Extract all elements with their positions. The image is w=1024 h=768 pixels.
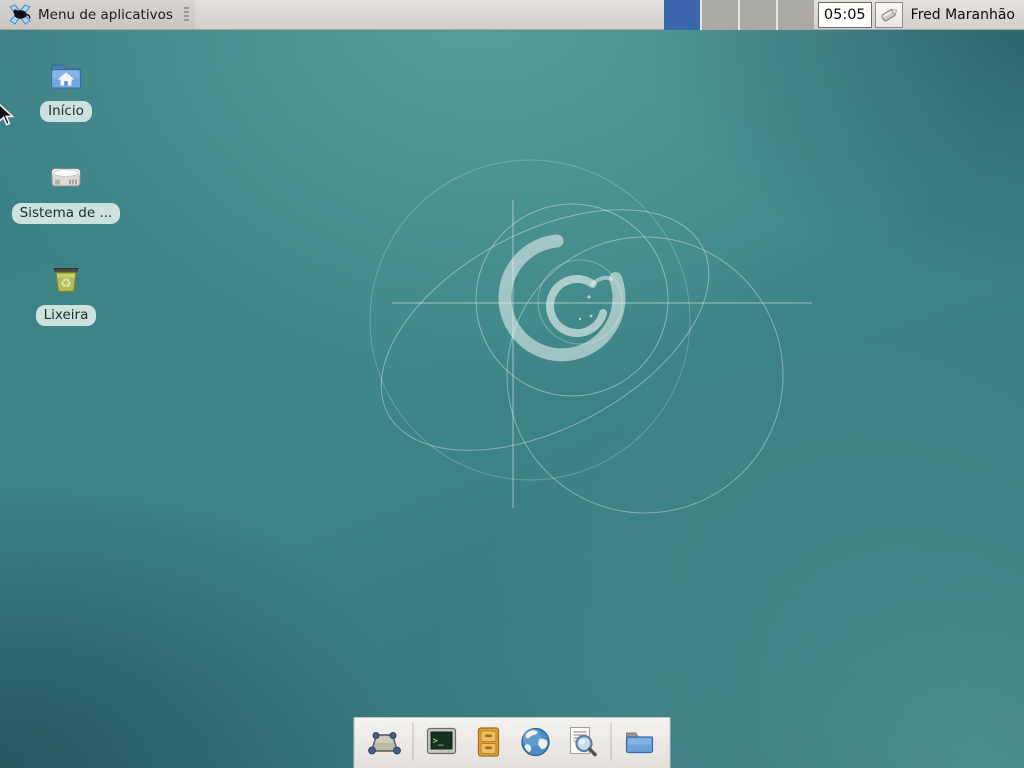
pen-icon xyxy=(879,6,899,24)
show-desktop-icon xyxy=(367,724,403,760)
desktop-icon-home[interactable]: Início xyxy=(14,56,118,122)
panel-right-plugins: 05:05 Fred Maranhão xyxy=(664,0,1024,29)
workspace-2[interactable] xyxy=(702,0,738,30)
workspace-4[interactable] xyxy=(778,0,814,30)
user-menu[interactable]: Fred Maranhão xyxy=(911,7,1015,23)
desktop: Menu de aplicativos 05:05 Fred Maranhão xyxy=(0,0,1024,768)
desktop-icon-label: Sistema de ... xyxy=(12,203,121,224)
magnifier-document-icon xyxy=(565,724,601,760)
desktop-icon-trash[interactable]: ♻ Lixeira xyxy=(14,260,118,326)
dock-separator xyxy=(413,723,414,761)
desktop-icon-label: Início xyxy=(40,101,92,122)
workspace-3[interactable] xyxy=(740,0,776,30)
dock: >_ xyxy=(354,717,671,768)
web-browser-launcher[interactable] xyxy=(515,721,557,763)
terminal-launcher[interactable]: >_ xyxy=(421,721,463,763)
workspace-1[interactable] xyxy=(664,0,700,30)
desktop-icon-label: Lixeira xyxy=(36,305,97,326)
debian-swirl-wallpaper xyxy=(0,0,1024,768)
globe-icon xyxy=(518,724,554,760)
filesystem-drive-icon xyxy=(46,158,86,198)
home-folder-icon xyxy=(46,56,86,96)
workspace-switcher[interactable] xyxy=(664,0,814,30)
top-panel: Menu de aplicativos 05:05 Fred Maranhão xyxy=(0,0,1024,30)
file-cabinet-launcher[interactable] xyxy=(468,721,510,763)
svg-text:>_: >_ xyxy=(433,737,444,747)
applications-menu-label: Menu de aplicativos xyxy=(38,7,173,23)
trash-icon: ♻ xyxy=(46,260,86,300)
application-finder-launcher[interactable] xyxy=(562,721,604,763)
debian-swirl xyxy=(505,241,619,355)
clock[interactable]: 05:05 xyxy=(818,2,872,28)
file-manager-launcher[interactable] xyxy=(619,721,661,763)
notes-button[interactable] xyxy=(875,2,903,28)
file-cabinet-icon xyxy=(471,724,507,760)
folder-icon xyxy=(622,724,658,760)
terminal-icon: >_ xyxy=(424,724,460,760)
panel-grip[interactable] xyxy=(184,7,189,22)
dock-separator xyxy=(611,723,612,761)
desktop-icon-filesystem[interactable]: Sistema de ... xyxy=(14,158,118,224)
svg-text:♻: ♻ xyxy=(60,277,72,292)
applications-menu-button[interactable]: Menu de aplicativos xyxy=(0,0,195,29)
xfce-mouse-logo-icon xyxy=(8,4,32,26)
show-desktop-button[interactable] xyxy=(364,721,406,763)
